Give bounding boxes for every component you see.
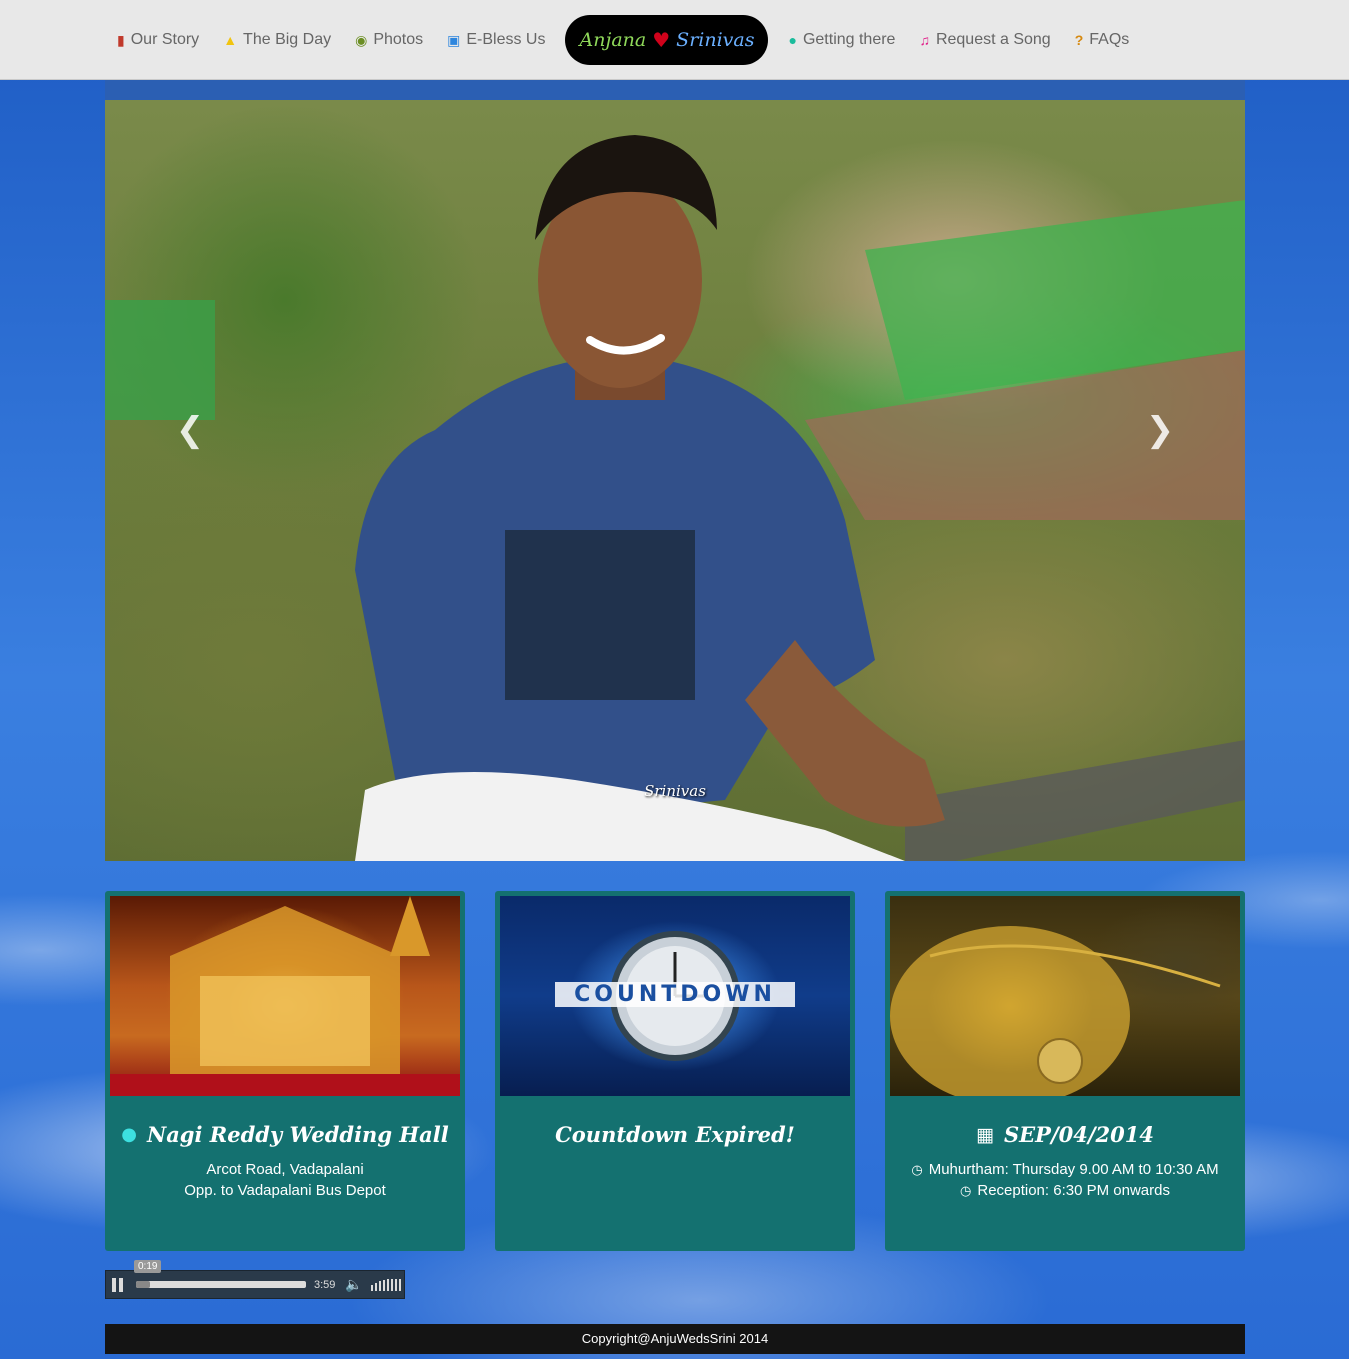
nav-request-a-song[interactable]: ♫ Request a Song [907,0,1062,80]
nav-faqs[interactable]: ? FAQs [1063,0,1142,80]
brand-name-2: Srinivas [676,29,755,51]
question-icon: ? [1074,32,1084,48]
date-title: ▦ SEP/04/2014 [890,1122,1240,1147]
volume-icon[interactable]: 🔈 [345,1276,362,1293]
muhurtham-text: Muhurtham: Thursday 9.00 AM t0 10:30 AM [928,1161,1219,1178]
duration-label: 3:59 [314,1278,336,1291]
venue-name: Nagi Reddy Wedding Hall [147,1122,449,1147]
bell-icon: ▲ [223,32,238,48]
map-marker-icon: ● [788,32,797,48]
nav-label: Our Story [130,31,200,48]
venue-address-line2: Opp. to Vadapalani Bus Depot [184,1182,386,1199]
muhurtham-time: ◷ Muhurtham: Thursday 9.00 AM t0 10:30 AM [890,1159,1240,1180]
volume-slider[interactable] [370,1278,401,1291]
nav-label: Getting there [802,31,896,48]
nav-getting-there[interactable]: ● Getting there [776,0,907,80]
person-photo [105,135,1245,861]
audio-progress-fill [136,1281,150,1288]
nav-the-big-day[interactable]: ▲ The Big Day [211,0,343,80]
camera-icon: ◉ [355,32,368,48]
countdown-title: Countdown Expired! [555,1122,795,1147]
music-icon: ♫ [919,32,930,48]
carousel-prev-button[interactable]: ❮ [170,410,210,450]
pause-button[interactable] [112,1277,126,1292]
nav-label: Request a Song [935,31,1051,48]
reception-time: ◷ Reception: 6:30 PM onwards [890,1180,1240,1201]
venue-card: ● Nagi Reddy Wedding Hall Arcot Road, Va… [105,891,465,1251]
wedding-date: SEP/04/2014 [1003,1122,1154,1147]
hero-slide-image: ❮ ❯ Srinivas [105,100,1245,861]
audio-player: 0:19 3:59 🔈 [105,1260,405,1299]
wedding-hall-image [110,896,460,1096]
top-navbar: ▮ Our Story ▲ The Big Day ◉ Photos ▣ E-B… [0,0,1349,80]
countdown-image-text: COUNTDOWN [555,982,795,1007]
main-nav: ▮ Our Story ▲ The Big Day ◉ Photos ▣ E-B… [105,0,1141,80]
clock-icon: ◷ [960,1183,972,1198]
venue-title: ● Nagi Reddy Wedding Hall [110,1122,460,1147]
copyright-text: Copyright@AnjuWedsSrini 2014 [581,1331,769,1346]
clock-icon: ◷ [911,1162,923,1177]
nav-our-story[interactable]: ▮ Our Story [105,0,211,80]
hero-carousel: ❮ ❯ Srinivas [105,80,1245,861]
nav-photos[interactable]: ◉ Photos [343,0,435,80]
countdown-card: COUNTDOWN Countdown Expired! [495,891,855,1251]
brand-name-1: Anjana [579,29,647,51]
book-icon: ▮ [117,32,125,48]
footer: Copyright@AnjuWedsSrini 2014 [105,1324,1245,1354]
date-card: ▦ SEP/04/2014 ◷ Muhurtham: Thursday 9.00 … [885,891,1245,1251]
nav-label: FAQs [1089,31,1130,48]
nav-label: Photos [373,31,424,48]
venue-address-line1: Arcot Road, Vadapalani [206,1161,364,1178]
heart-icon: ♥ [652,28,671,52]
calendar-icon: ▦ [976,1123,994,1146]
gift-icon: ▣ [447,32,461,48]
current-time-tooltip: 0:19 [134,1260,162,1273]
nav-label: E-Bless Us [466,31,546,48]
brand-logo[interactable]: Anjana ♥ Srinivas [565,15,769,65]
map-marker-icon: ● [121,1124,137,1145]
slide-caption: Srinivas [644,782,706,800]
countdown-image: COUNTDOWN [500,896,850,1096]
audio-progress-track[interactable]: 0:19 [134,1260,306,1288]
reception-text: Reception: 6:30 PM onwards [977,1182,1170,1199]
carousel-next-button[interactable]: ❯ [1140,410,1180,450]
nav-label: The Big Day [243,31,332,48]
nav-e-bless-us[interactable]: ▣ E-Bless Us [435,0,557,80]
thali-image [890,896,1240,1096]
